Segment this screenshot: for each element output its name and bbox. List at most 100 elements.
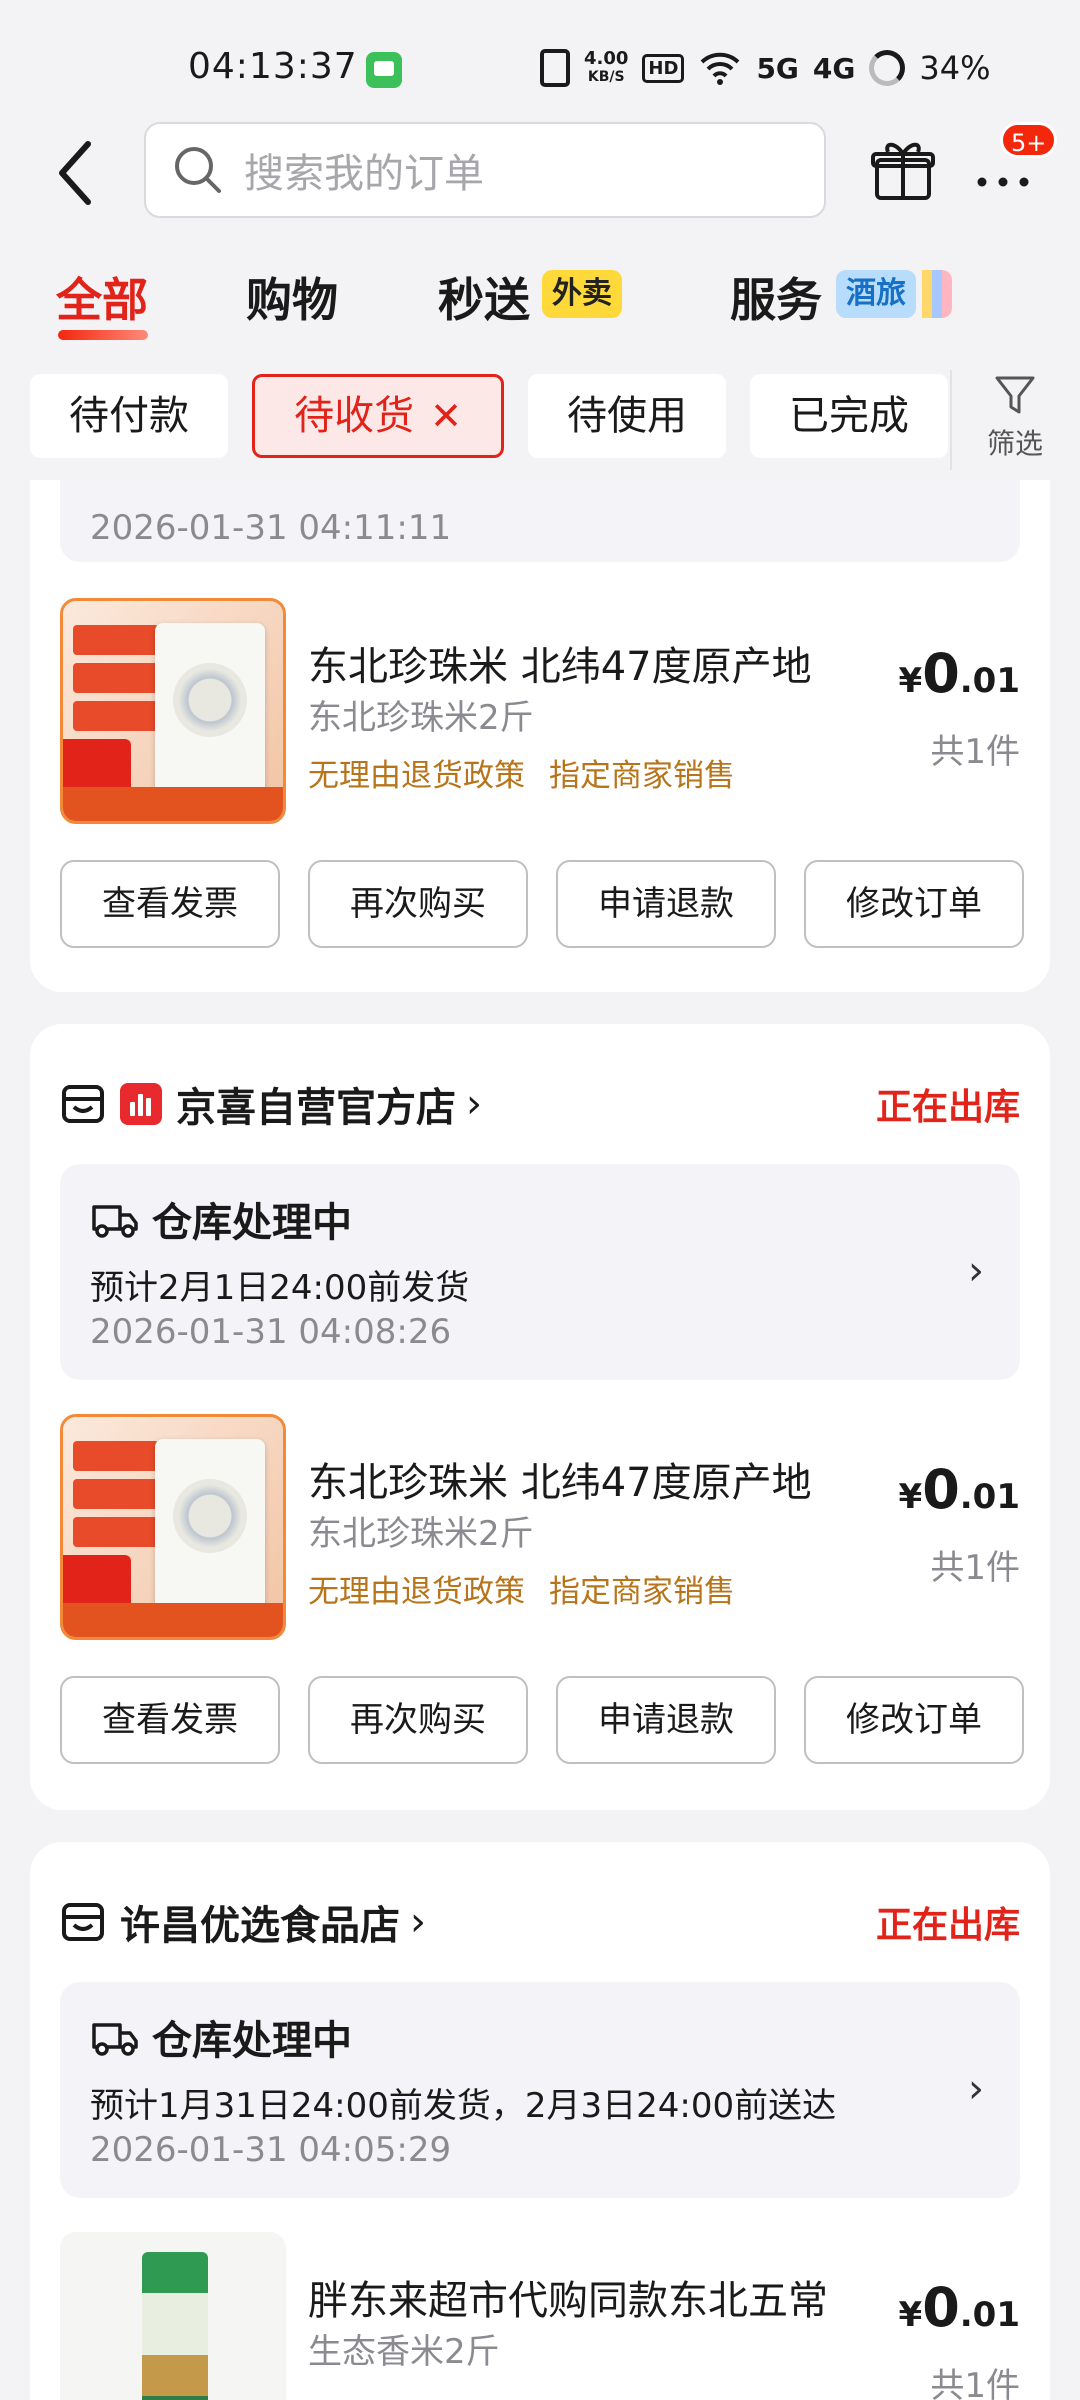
product-spec: 生态香米2斤: [308, 2332, 500, 2372]
thumb-label: [73, 625, 159, 655]
filter-divider: [950, 370, 952, 470]
product-name: 胖东来超市代购同款东北五常: [308, 2278, 828, 2324]
price-integer: 0: [922, 1458, 960, 1521]
chip-pending-payment[interactable]: 待付款: [30, 374, 228, 458]
shipping-info[interactable]: 2026-01-31 04:11:11: [60, 480, 1020, 562]
thumb-label: [73, 1441, 159, 1471]
shipping-title-row: 仓库处理中: [90, 1190, 352, 1248]
return-policy: 无理由退货政策: [308, 1574, 525, 1610]
product-image: [60, 2232, 286, 2400]
search-icon: [175, 147, 221, 193]
truck-icon: [92, 2023, 138, 2056]
chip-pending-use[interactable]: 待使用: [528, 374, 726, 458]
price-currency: ¥: [898, 2295, 923, 2335]
product-policies: 无理由退货政策 指定商家销售: [308, 750, 735, 795]
search-input[interactable]: 搜索我的订单: [144, 122, 826, 218]
shipping-info[interactable]: 仓库处理中 预计1月31日24:00前发货，2月3日24:00前送达 2026-…: [60, 1982, 1020, 2198]
tab-service[interactable]: 服务: [730, 264, 822, 330]
tab-shopping[interactable]: 购物: [246, 264, 338, 330]
chip-pending-receipt[interactable]: 待收货 ✕: [252, 374, 504, 458]
product-item[interactable]: 东北珍珠米 北纬47度原产地 东北珍珠米2斤 无理由退货政策 指定商家销售 ¥0.…: [60, 598, 1020, 824]
tab-instant[interactable]: 秒送: [438, 264, 530, 330]
order-time: 2026-01-31 04:08:26: [90, 1312, 452, 1352]
product-price: ¥0.01: [899, 1458, 1020, 1521]
thumb-badge: [63, 1555, 131, 1603]
message-badge: 5+: [1000, 122, 1058, 158]
tab-active-underline: [58, 330, 148, 340]
price-decimal: .01: [959, 2295, 1020, 2335]
chevron-right-icon: ›: [968, 2066, 984, 2112]
takeout-tag: 外卖: [542, 270, 622, 318]
vibrate-icon: [540, 49, 570, 87]
order-status: 正在出库: [875, 1087, 1020, 1128]
product-image: [60, 1414, 286, 1640]
buy-again-button[interactable]: 再次购买: [308, 860, 528, 948]
order-time: 2026-01-31 04:11:11: [90, 508, 452, 548]
shipping-desc: 预计1月31日24:00前发货，2月3日24:00前送达: [90, 2086, 837, 2126]
truck-icon: [92, 1205, 138, 1238]
status-filters: 待付款 待收货 ✕ 待使用 已完成 筛选: [0, 370, 1080, 480]
status-icons: 4.00 KB/S HD 5G 4G 34%: [540, 44, 991, 92]
product-price: ¥0.01: [899, 642, 1020, 705]
thumb-footer: [63, 1603, 283, 1637]
product-price: ¥0.01: [899, 2276, 1020, 2339]
return-policy: 无理由退货政策: [308, 758, 525, 794]
shipping-info[interactable]: 仓库处理中 预计2月1日24:00前发货 2026-01-31 04:08:26…: [60, 1164, 1020, 1380]
thumb-rice-bag: [142, 2252, 208, 2400]
modify-order-button[interactable]: 修改订单: [804, 1676, 1024, 1764]
product-name: 东北珍珠米 北纬47度原产地: [308, 644, 812, 690]
back-button[interactable]: [48, 138, 108, 208]
filter-button[interactable]: 筛选: [960, 370, 1070, 470]
shipping-desc: 预计2月1日24:00前发货: [90, 1268, 470, 1308]
thumb-rice-bag: [155, 623, 265, 793]
view-invoice-button[interactable]: 查看发票: [60, 860, 280, 948]
close-icon[interactable]: ✕: [430, 394, 462, 438]
price-currency: ¥: [898, 661, 923, 701]
order-list: 2026-01-31 04:11:11 东北珍珠米 北纬47度原产地 东北珍珠米…: [0, 480, 1080, 2400]
net-speed: 4.00 KB/S: [584, 50, 628, 86]
order-actions: 查看发票 再次购买 申请退款 修改订单: [60, 860, 1024, 950]
tab-all[interactable]: 全部: [56, 264, 148, 330]
request-refund-button[interactable]: 申请退款: [556, 1676, 776, 1764]
status-bar: 04:13:37 4.00 KB/S HD 5G 4G 34%: [0, 0, 1080, 130]
gift-button[interactable]: [868, 134, 938, 204]
thumb-label: [73, 663, 159, 693]
order-time: 2026-01-31 04:05:29: [90, 2130, 452, 2170]
seller-policy: 指定商家销售: [549, 758, 735, 794]
product-item[interactable]: 东北珍珠米 北纬47度原产地 东北珍珠米2斤 无理由退货政策 指定商家销售 ¥0.…: [60, 1414, 1020, 1640]
thumb-label: [73, 701, 159, 731]
signal-4g-icon: 4G: [812, 51, 856, 85]
travel-tag-decoration: [922, 270, 952, 318]
product-item[interactable]: 胖东来超市代购同款东北五常 生态香米2斤 ¥0.01 共1件: [60, 2232, 1020, 2400]
thumb-label: [73, 1479, 159, 1509]
travel-tag: 酒旅: [836, 270, 916, 318]
modify-order-button[interactable]: 修改订单: [804, 860, 1024, 948]
thumb-footer: [63, 787, 283, 821]
product-quantity: 共1件: [930, 1548, 1020, 1588]
request-refund-button[interactable]: 申请退款: [556, 860, 776, 948]
filter-label: 筛选: [986, 427, 1043, 460]
category-tabs: 全部 购物 秒送 外卖 服务 酒旅: [0, 250, 1080, 350]
order-status: 正在出库: [875, 1905, 1020, 1946]
product-image: [60, 598, 286, 824]
view-invoice-button[interactable]: 查看发票: [60, 1676, 280, 1764]
wifi-icon: [701, 52, 740, 85]
signal-5g-icon: 5G: [756, 51, 799, 85]
product-spec: 东北珍珠米2斤: [308, 698, 534, 738]
price-integer: 0: [922, 642, 960, 705]
header: 搜索我的订单: [0, 118, 1080, 228]
message-app-icon: [366, 52, 402, 88]
status-time: 04:13:37: [188, 46, 358, 87]
chip-completed[interactable]: 已完成: [750, 374, 948, 458]
shipping-title-row: 仓库处理中: [90, 2008, 352, 2066]
thumb-label: [73, 1517, 159, 1547]
back-arrow-icon: [59, 141, 91, 205]
shop-brand-logo: [120, 1083, 162, 1125]
chevron-right-icon: ›: [968, 1248, 984, 1294]
order-actions: 查看发票 再次购买 申请退款 修改订单: [60, 1676, 1024, 1766]
store-icon: [62, 1085, 104, 1123]
thumb-badge: [63, 739, 131, 787]
price-currency: ¥: [898, 1477, 923, 1517]
buy-again-button[interactable]: 再次购买: [308, 1676, 528, 1764]
price-decimal: .01: [959, 1477, 1020, 1517]
